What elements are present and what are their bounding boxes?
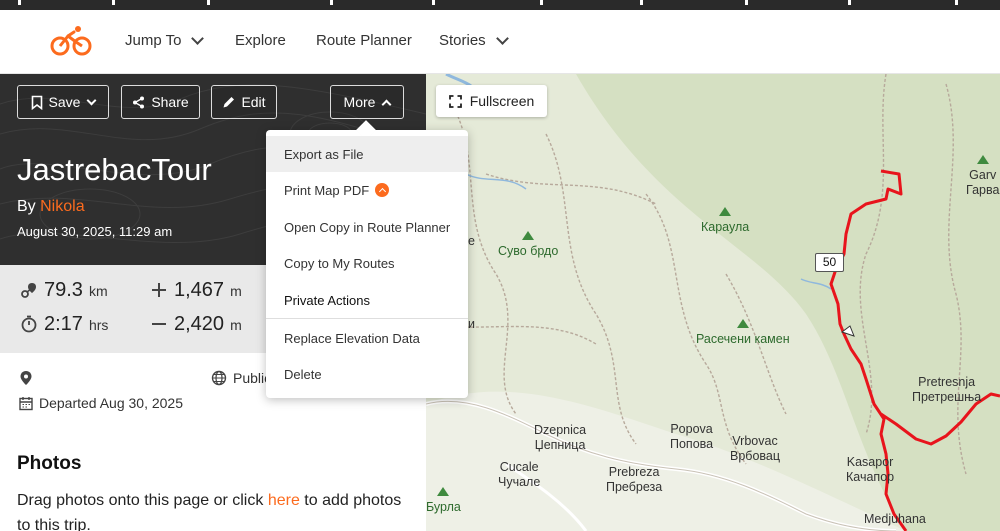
- nav-jump-to[interactable]: Jump To: [125, 31, 205, 49]
- fullscreen-icon: [448, 94, 462, 108]
- menu-private-actions-header: Private Actions: [284, 292, 370, 308]
- map-label-garv: Garv Гарва: [966, 153, 999, 198]
- upload-photos-link[interactable]: here: [268, 492, 300, 509]
- map-label-vrbovac: Vrbovac Врбовац: [730, 434, 781, 463]
- pencil-icon: [223, 96, 235, 107]
- map-label-prebreza: Prebreza Пребреза: [606, 465, 663, 494]
- chevron-up-icon: [382, 99, 392, 109]
- map-label-popova: Popova Попова: [670, 422, 714, 451]
- map-label-raseceni-kamen: Расечени камен: [696, 317, 790, 347]
- location-pin-icon: [20, 371, 32, 385]
- nav-stories[interactable]: Stories: [439, 31, 509, 49]
- route-map[interactable]: Garv Гарва Караула Суво брдо Расечени ка…: [426, 74, 1000, 531]
- stat-distance: 79.3 km: [21, 279, 108, 302]
- more-menu: Export as File Print Map PDF Open Copy i…: [266, 130, 468, 398]
- peak-icon: [736, 319, 749, 328]
- save-button[interactable]: Save: [17, 85, 109, 119]
- plus-icon: [152, 283, 166, 297]
- location-row: [19, 370, 33, 386]
- map-label-cucale: Cucale Чучале: [498, 460, 541, 489]
- peak-icon: [437, 487, 450, 496]
- visibility-row: Public: [211, 370, 271, 386]
- menu-open-copy-route-planner[interactable]: Open Copy in Route Planner: [266, 209, 468, 245]
- fullscreen-button[interactable]: Fullscreen: [436, 85, 547, 117]
- top-navigation: Jump To Explore Route Planner Stories: [0, 10, 1000, 74]
- chevron-down-icon: [495, 31, 509, 45]
- route-distance-icon: [21, 283, 36, 298]
- trip-author-line: By Nikola: [17, 198, 85, 215]
- photos-heading: Photos: [17, 453, 82, 474]
- nav-explore[interactable]: Explore: [235, 32, 286, 49]
- browser-top-strip: [0, 0, 1000, 10]
- departed-row: Departed Aug 30, 2025: [19, 395, 183, 411]
- stat-duration: 2:17 hrs: [21, 313, 108, 336]
- globe-icon: [211, 370, 227, 386]
- trip-title: JastrebacTour: [17, 152, 212, 187]
- stat-elevation-loss: 2,420 m: [152, 313, 242, 336]
- menu-replace-elevation-data[interactable]: Replace Elevation Data: [266, 320, 468, 356]
- km-marker: 50: [815, 253, 844, 272]
- peak-icon: [719, 207, 732, 216]
- map-label-dzepnica: Dzepnica Џепница: [534, 423, 587, 452]
- photos-instructions: Drag photos onto this page or click here…: [17, 492, 402, 531]
- map-label-karaula: Караула: [701, 205, 749, 235]
- map-label-kasapor: Kasapor Качапор: [846, 455, 895, 484]
- stat-elevation-gain: 1,467 m: [152, 279, 242, 302]
- more-button[interactable]: More: [330, 85, 404, 119]
- cyclist-icon[interactable]: [50, 24, 92, 58]
- map-label-burla: Бурла: [426, 485, 461, 515]
- peak-icon: [522, 231, 535, 240]
- menu-copy-to-my-routes[interactable]: Copy to My Routes: [266, 245, 468, 281]
- chevron-down-icon: [87, 95, 97, 105]
- map-label-pretresnja: Pretresnja Претрешња: [912, 375, 982, 404]
- edit-button[interactable]: Edit: [211, 85, 277, 119]
- bookmark-icon: [31, 95, 42, 110]
- calendar-icon: [19, 396, 33, 410]
- trip-date: August 30, 2025, 11:29 am: [17, 224, 173, 239]
- share-icon: [133, 96, 145, 108]
- map-label-medjuhana: Medjuhana: [864, 512, 926, 526]
- map-label-suvo-brdo: Суво брдо: [498, 229, 558, 259]
- author-link[interactable]: Nikola: [40, 198, 84, 215]
- map-label-edge-e: е: [468, 234, 475, 248]
- peak-icon: [976, 155, 989, 164]
- premium-badge-icon: [375, 183, 390, 197]
- chevron-down-icon: [191, 31, 205, 45]
- menu-delete[interactable]: Delete: [266, 356, 468, 392]
- stopwatch-icon: [21, 315, 37, 333]
- menu-print-map-pdf[interactable]: Print Map PDF: [266, 172, 468, 208]
- nav-route-planner[interactable]: Route Planner: [316, 32, 412, 49]
- share-button[interactable]: Share: [121, 85, 200, 119]
- menu-export-as-file[interactable]: Export as File: [266, 136, 468, 172]
- map-label-edge-i: и: [468, 317, 475, 331]
- menu-divider: [266, 318, 468, 319]
- minus-icon: [152, 323, 166, 325]
